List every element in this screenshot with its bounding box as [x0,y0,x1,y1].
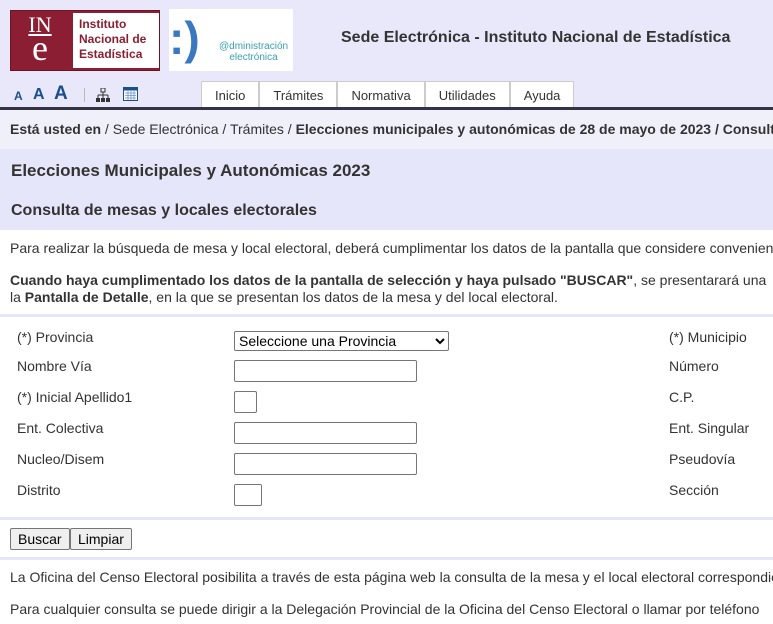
breadcrumb-prefix: Está usted en [10,121,102,137]
tab-utilidades[interactable]: Utilidades [424,81,510,108]
calendar-icon[interactable] [123,87,138,101]
info-text: la [10,289,25,305]
logo-text: Instituto Nacional de Estadística [73,13,159,68]
label-nombre-via: Nombre Vía [17,358,92,374]
breadcrumb-link-tramites[interactable]: Trámites [230,121,284,137]
nucleo-disem-input[interactable] [234,453,417,475]
tab-normativa[interactable]: Normativa [337,81,425,108]
main-nav-tabs: Inicio Trámites Normativa Utilidades Ayu… [201,81,575,108]
ent-colectiva-input[interactable] [234,422,417,444]
buscar-button[interactable]: Buscar [10,528,70,550]
label-cp: C.P. [669,389,695,405]
info-text-line1: Cuando haya cumplimentado los datos de l… [10,272,766,288]
logo-line: electrónica [229,52,278,63]
label-numero: Número [669,358,719,374]
title-section: Elecciones Municipales y Autonómicas 202… [0,149,773,230]
page-title: Elecciones Municipales y Autonómicas 202… [11,161,371,180]
label-nucleo-disem: Nucleo/Disem [17,451,105,467]
smiley-icon: :) [169,12,200,64]
intro-text: Para realizar la búsqueda de mesa y loca… [10,240,773,256]
font-medium-button[interactable]: A [33,86,45,104]
footer-text-2: Para cualquier consulta se puede dirigir… [10,601,760,617]
tab-tramites[interactable]: Trámites [259,81,338,108]
administracion-electronica-logo[interactable]: :) @dministración electrónica [169,9,293,71]
info-text: , se presentarará una [633,272,767,288]
distrito-input[interactable] [234,484,262,506]
label-seccion: Sección [669,482,719,498]
footer-text-1: La Oficina del Censo Electoral posibilit… [10,569,773,585]
breadcrumb-link-sede[interactable]: Sede Electrónica [113,121,219,137]
ine-logo[interactable]: IN e Instituto Nacional de Estadística [10,10,160,71]
label-ent-singular: Ent. Singular [669,420,750,436]
label-provincia: (*) Provincia [17,329,94,345]
label-pseudovia: Pseudovía [669,451,736,467]
label-ent-colectiva: Ent. Colectiva [17,420,104,436]
breadcrumb-current: Elecciones municipales y autonómicas de … [295,121,773,137]
info-bold: Pantalla de Detalle [24,289,149,305]
label-distrito: Distrito [17,482,61,498]
page-subtitle: Consulta de mesas y locales electorales [11,202,317,219]
info-bold: Cuando haya cumplimentado los datos de l… [10,272,634,288]
divider [84,88,85,102]
breadcrumb: Está usted en / Sede Electrónica / Trámi… [0,110,773,149]
logo-line: @dministración [219,41,289,52]
font-large-button[interactable]: A [54,83,68,105]
sitemap-icon[interactable] [96,88,110,102]
divider [0,517,773,520]
divider [0,557,773,560]
inicial-apellido-input[interactable] [234,391,257,413]
site-title: Sede Electrónica - Instituto Nacional de… [341,29,731,46]
limpiar-button[interactable]: Limpiar [70,528,132,550]
provincia-select[interactable]: Seleccione una Provincia [234,331,449,351]
font-small-button[interactable]: A [14,89,23,103]
nombre-via-input[interactable] [234,360,417,382]
logo-text: @dministración electrónica [219,41,288,63]
info-text-line2: la Pantalla de Detalle, en la que se pre… [10,289,558,305]
label-municipio: (*) Municipio [669,329,747,345]
info-text: , en la que se presentan los datos de la… [148,289,558,305]
tab-inicio[interactable]: Inicio [201,81,260,108]
divider [0,314,773,317]
label-inicial-apellido: (*) Inicial Apellido1 [17,389,133,405]
tab-ayuda[interactable]: Ayuda [509,81,575,108]
